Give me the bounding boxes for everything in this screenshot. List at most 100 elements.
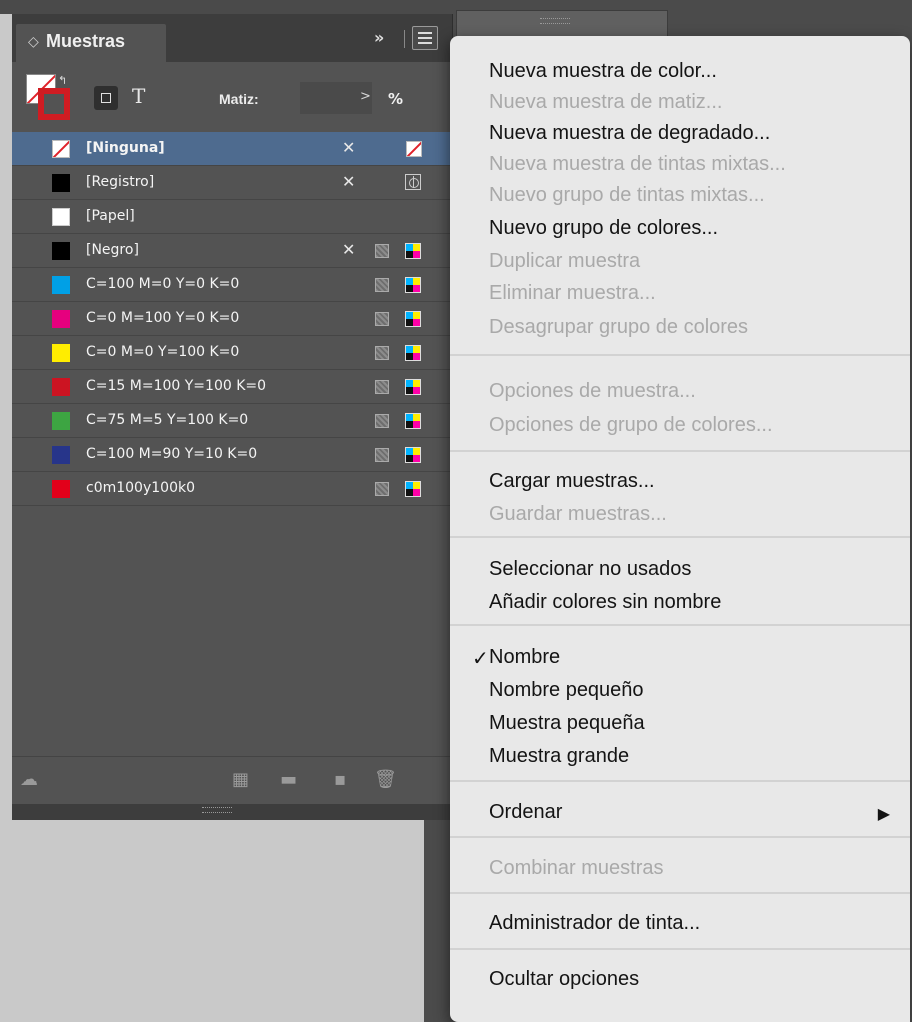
cmyk-icon (405, 345, 421, 361)
menu-item[interactable]: Muestra pequeña (489, 712, 645, 735)
panel-options-menu: Nueva muestra de color... Nueva muestra d… (450, 36, 910, 1022)
swatch-row[interactable]: C=0 M=0 Y=100 K=0 (12, 336, 452, 370)
menu-separator (450, 892, 910, 894)
cmyk-icon (405, 413, 421, 429)
process-color-icon (375, 312, 389, 326)
menu-item[interactable]: Nuevo grupo de colores... (489, 217, 718, 240)
registration-icon (405, 174, 421, 190)
menu-item: Opciones de grupo de colores... (489, 414, 773, 436)
cmyk-icon (405, 447, 421, 463)
menu-item: Duplicar muestra (489, 250, 641, 272)
new-color-group-icon[interactable]: ▬ (280, 769, 297, 790)
fill-stroke-control[interactable]: ↰ (26, 74, 72, 124)
swatch-color-chip (52, 310, 70, 328)
swatch-color-chip (52, 242, 70, 260)
menu-item: Opciones de muestra... (489, 380, 696, 402)
swatch-row[interactable]: [Papel] (12, 200, 452, 234)
menu-separator (450, 780, 910, 782)
non-editable-icon: ✕ (342, 240, 356, 259)
swatch-color-chip (52, 208, 70, 226)
swatch-list: [Ninguna] ✕ [Registro] ✕ [Papel] [Negro] ✕ C=10… (12, 132, 452, 506)
menu-item[interactable]: Muestra grande (489, 745, 629, 768)
menu-item[interactable]: Cargar muestras... (489, 470, 655, 493)
cc-libraries-icon[interactable]: ☁ (20, 769, 38, 790)
formatting-container-button[interactable] (94, 86, 118, 110)
swatch-row[interactable]: C=15 M=100 Y=100 K=0 (12, 370, 452, 404)
cmyk-icon (405, 379, 421, 395)
show-swatch-kinds-icon[interactable]: ▦ (232, 769, 249, 790)
swatch-color-chip (52, 412, 70, 430)
menu-item[interactable]: Nombre pequeño (489, 679, 644, 702)
menu-separator (450, 450, 910, 452)
delete-swatch-icon[interactable]: 🗑 (374, 769, 397, 790)
panel-footer: ☁ ▦ ▬ ▪ 🗑 (12, 756, 452, 805)
cmyk-icon (405, 277, 421, 293)
swap-fill-stroke-icon[interactable]: ↰ (58, 74, 67, 87)
tint-percent-unit: % (388, 90, 404, 108)
menu-item[interactable]: Nombre (489, 646, 560, 669)
menu-item[interactable]: Ocultar opciones (489, 968, 639, 991)
menu-item: Guardar muestras... (489, 503, 667, 525)
menu-item: Nueva muestra de matiz... (489, 91, 723, 113)
non-editable-icon: ✕ (342, 172, 356, 191)
menu-item[interactable]: Nueva muestra de color... (489, 60, 717, 83)
swatch-toolbar: ↰ T Matiz: > % (12, 62, 452, 132)
adjacent-panel-grip[interactable] (540, 18, 570, 24)
menu-item[interactable]: Añadir colores sin nombre (489, 591, 721, 614)
new-swatch-icon[interactable]: ▪ (334, 769, 346, 790)
swatch-name: [Registro] (86, 174, 155, 190)
swatch-name: C=15 M=100 Y=100 K=0 (86, 378, 267, 394)
swatch-row[interactable]: [Registro] ✕ (12, 166, 452, 200)
process-color-icon (375, 380, 389, 394)
swatch-name: C=100 M=90 Y=10 K=0 (86, 446, 258, 462)
tab-muestras[interactable]: ◇ Muestras (16, 24, 166, 62)
swatch-name: C=100 M=0 Y=0 K=0 (86, 276, 240, 292)
menu-separator (450, 836, 910, 838)
swatch-name: C=0 M=100 Y=0 K=0 (86, 310, 240, 326)
process-color-icon (375, 448, 389, 462)
non-editable-icon: ✕ (342, 138, 356, 157)
formatting-text-button[interactable]: T (132, 84, 145, 108)
process-color-icon (375, 482, 389, 496)
checkmark-icon: ✓ (472, 648, 489, 670)
menu-item[interactable]: Administrador de tinta... (489, 912, 700, 935)
panel-menu-button[interactable] (412, 26, 438, 50)
swatch-color-chip (52, 344, 70, 362)
menu-item: Nuevo grupo de tintas mixtas... (489, 184, 765, 206)
menu-separator (450, 948, 910, 950)
swatch-name: c0m100y100k0 (86, 480, 195, 496)
swatch-row[interactable]: C=100 M=0 Y=0 K=0 (12, 268, 452, 302)
menu-separator (450, 536, 910, 538)
tint-label: Matiz: (219, 91, 259, 107)
swatch-color-chip (52, 378, 70, 396)
submenu-arrow-icon: ▶ (877, 806, 890, 823)
menu-item[interactable]: Ordenar (489, 801, 562, 824)
menu-item: Nueva muestra de tintas mixtas... (489, 153, 786, 175)
swatch-row[interactable]: [Negro] ✕ (12, 234, 452, 268)
panel-header: ◇ Muestras » (12, 14, 452, 62)
menu-item: Eliminar muestra... (489, 282, 656, 304)
swatch-color-chip (52, 174, 70, 192)
process-color-icon (375, 414, 389, 428)
panel-resize-grip[interactable] (202, 807, 232, 813)
tab-arrows-icon[interactable]: ◇ (28, 34, 39, 50)
swatch-row[interactable]: C=100 M=90 Y=10 K=0 (12, 438, 452, 472)
swatch-color-chip (52, 446, 70, 464)
swatch-row[interactable]: c0m100y100k0 (12, 472, 452, 506)
process-color-icon (375, 278, 389, 292)
none-icon (406, 141, 422, 157)
tint-slider-arrow-icon[interactable]: > (360, 89, 371, 104)
collapse-panel-button[interactable]: » (374, 28, 384, 47)
swatch-row[interactable]: C=0 M=100 Y=0 K=0 (12, 302, 452, 336)
menu-separator (450, 354, 910, 356)
swatch-row[interactable]: C=75 M=5 Y=100 K=0 (12, 404, 452, 438)
menu-item[interactable]: Nueva muestra de degradado... (489, 122, 770, 145)
menu-item[interactable]: Seleccionar no usados (489, 558, 691, 581)
swatch-color-chip (52, 140, 70, 158)
process-color-icon (375, 244, 389, 258)
panel-title: Muestras (46, 31, 126, 51)
stroke-swatch[interactable] (38, 88, 70, 120)
swatch-row[interactable]: [Ninguna] ✕ (12, 132, 452, 166)
cmyk-icon (405, 481, 421, 497)
swatch-name: [Papel] (86, 208, 135, 224)
